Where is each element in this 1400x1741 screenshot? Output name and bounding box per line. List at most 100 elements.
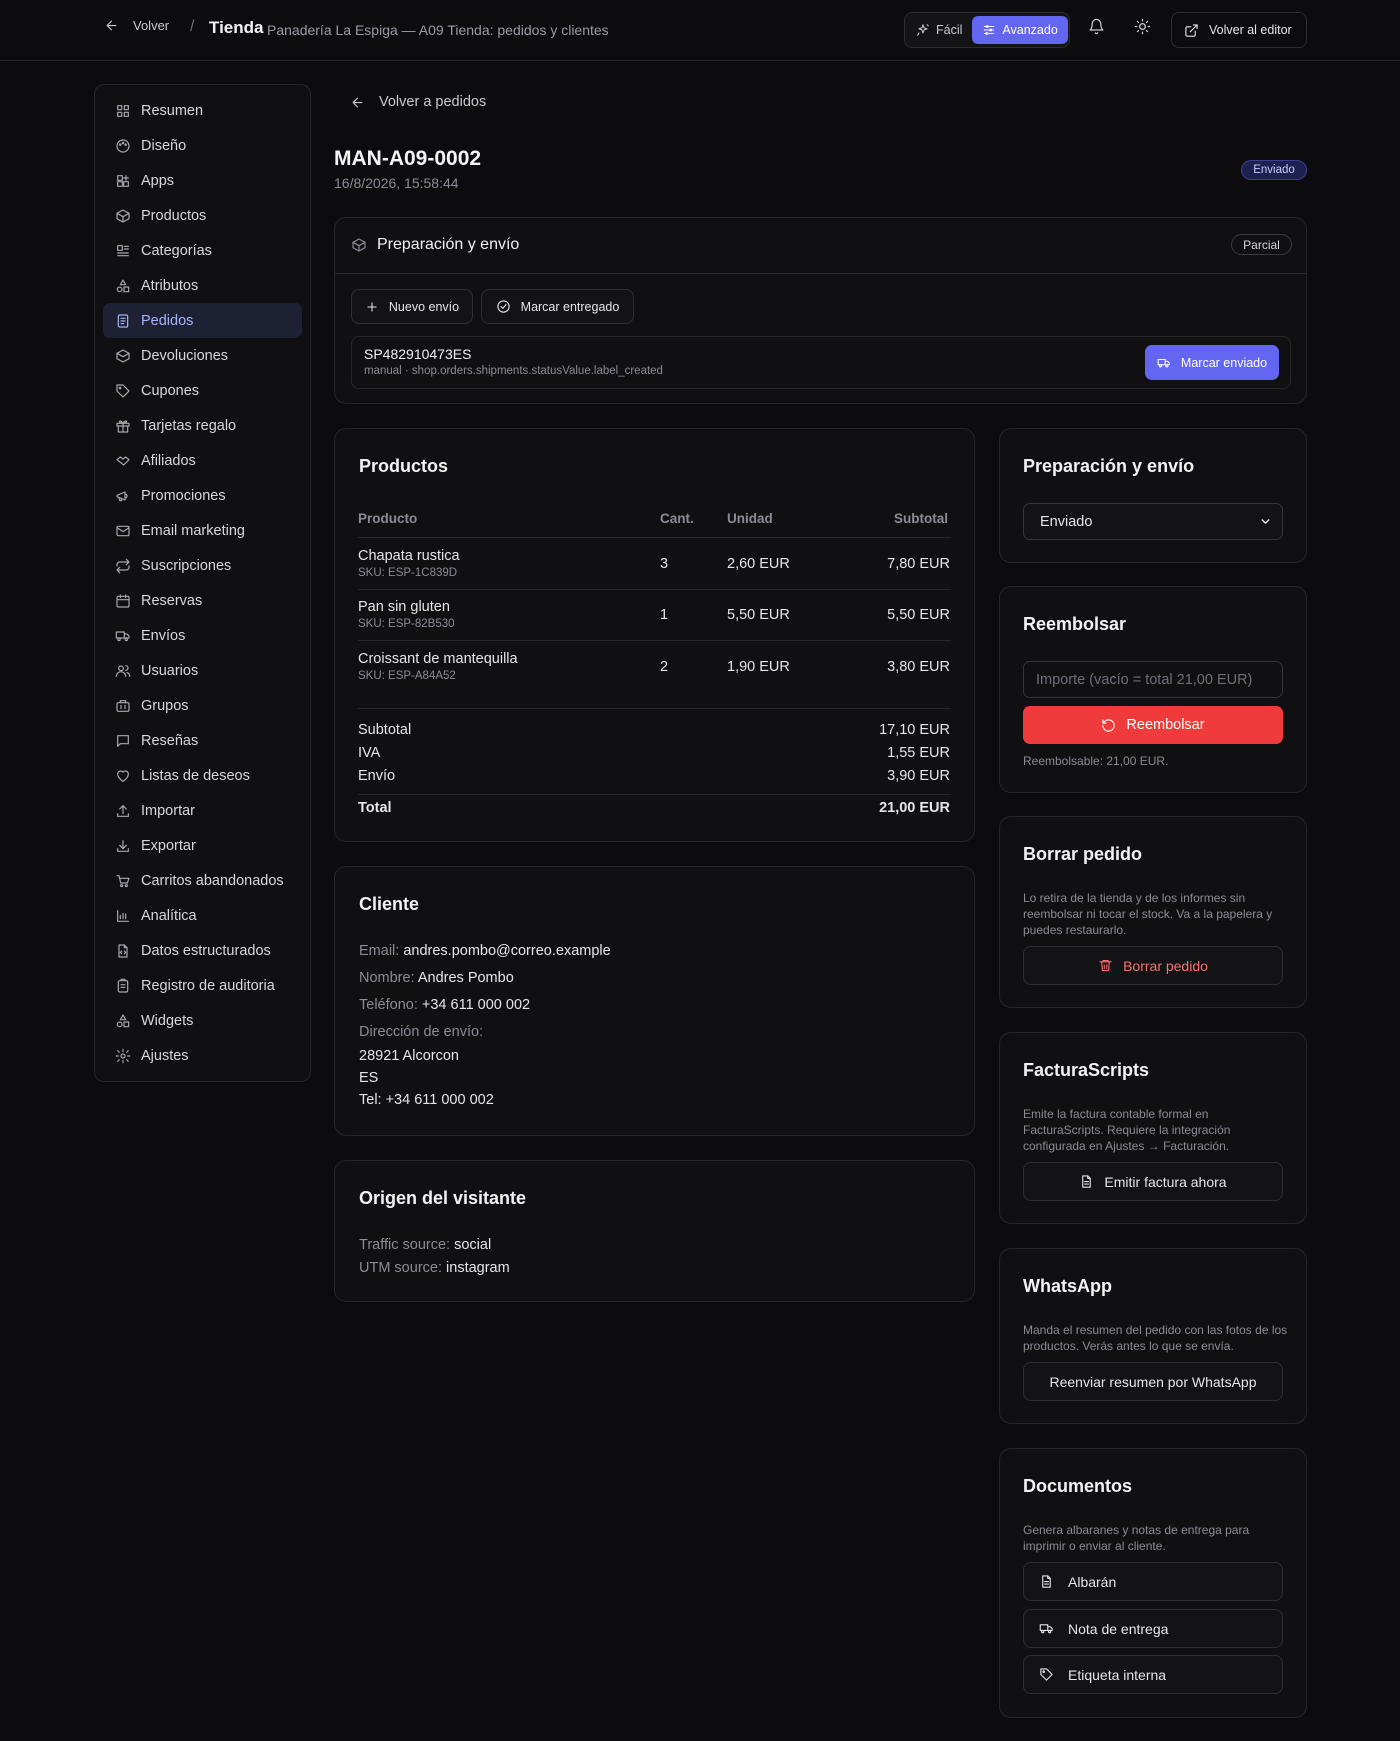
sidebar: Resumen Diseño Apps Productos Categorías Atri… [94, 84, 311, 1082]
sidebar-item[interactable]: Afiliados [103, 443, 302, 478]
sidebar-item[interactable]: Promociones [103, 478, 302, 513]
sidebar-item[interactable]: Registro de auditoria [103, 968, 302, 1003]
notifications-button[interactable] [1088, 18, 1105, 35]
breadcrumb-subtitle: Panadería La Espiga — A09 Tienda: pedido… [267, 22, 609, 38]
upload-icon [117, 804, 129, 817]
address-label: Dirección de envío: [359, 1024, 484, 1040]
sidebar-item[interactable]: Cupones [103, 373, 302, 408]
product-subtotal: 3,80 EUR [887, 659, 950, 675]
resend-whatsapp-button[interactable]: Reenviar resumen por WhatsApp [1023, 1362, 1283, 1401]
sidebar-item[interactable]: Suscripciones [103, 548, 302, 583]
address-line: 28921 Alcorcon [359, 1048, 459, 1064]
bell-icon [1089, 18, 1104, 35]
sidebar-item[interactable]: Widgets [103, 1003, 302, 1038]
back-to-editor-button[interactable]: Volver al editor [1171, 12, 1307, 48]
heart-icon [117, 769, 129, 782]
sidebar-item[interactable]: Exportar [103, 828, 302, 863]
sidebar-item[interactable]: Envíos [103, 618, 302, 653]
shapes-icon [116, 278, 130, 292]
sidebar-item[interactable]: Listas de deseos [103, 758, 302, 793]
sidebar-item[interactable]: Devoluciones [103, 338, 302, 373]
total-label: Total [358, 800, 392, 816]
sidebar-item[interactable]: Tarjetas regalo [103, 408, 302, 443]
col-unit: Unidad [727, 511, 773, 526]
divider [358, 640, 951, 641]
customer-phone: Teléfono: +34 611 000 002 [359, 997, 530, 1013]
back-button[interactable]: Volver [104, 18, 169, 33]
sidebar-item-label: Resumen [141, 102, 204, 119]
status-select[interactable]: Enviado [1023, 503, 1283, 540]
phone-value: +34 611 000 002 [421, 997, 531, 1013]
utm-source: UTM source: instagram [359, 1260, 510, 1276]
sidebar-item[interactable]: Analítica [103, 898, 302, 933]
product-unit: 1,90 EUR [727, 659, 790, 675]
sidebar-item[interactable]: Diseño [103, 128, 302, 163]
sidebar-item[interactable]: Productos [103, 198, 302, 233]
new-shipment-button[interactable]: Nuevo envío [351, 289, 473, 324]
delivery-note-button[interactable]: Nota de entrega [1023, 1609, 1283, 1648]
sidebar-item[interactable]: Carritos abandonados [103, 863, 302, 898]
sidebar-item[interactable]: Usuarios [103, 653, 302, 688]
delete-description: Lo retira de la tienda y de los informes… [1023, 891, 1273, 937]
mode-easy-button[interactable]: Fácil [908, 16, 970, 44]
email-label: Email: [359, 943, 400, 959]
clipboard-icon [117, 978, 129, 993]
mark-delivered-button[interactable]: Marcar entregado [481, 289, 634, 324]
refund-title: Reembolsar [1023, 614, 1127, 634]
product-sku: SKU: ESP-1C839D [358, 567, 458, 579]
handshake-icon [116, 455, 130, 466]
mark-sent-button[interactable]: Marcar enviado [1145, 345, 1279, 380]
sidebar-item-label: Cupones [141, 382, 200, 399]
theme-toggle-button[interactable] [1134, 18, 1151, 35]
partial-badge: Parcial [1231, 234, 1292, 255]
invoice-title: FacturaScripts [1023, 1060, 1150, 1080]
file-code-icon [118, 943, 128, 958]
traffic-source: Traffic source: social [359, 1237, 491, 1253]
issue-invoice-button[interactable]: Emitir factura ahora [1023, 1162, 1283, 1201]
top-bar: Volver / Tienda Panadería La Espiga — A0… [0, 0, 1400, 61]
name-value: Andres Pombo [417, 970, 514, 986]
back-to-orders-label: Volver a pedidos [379, 94, 487, 110]
status-card: Preparación y envío Enviado [999, 428, 1307, 563]
sidebar-item[interactable]: Atributos [103, 268, 302, 303]
delete-order-button[interactable]: Borrar pedido [1023, 946, 1283, 985]
refund-card: Reembolsar Importe (vacío = total 21,00 … [999, 586, 1307, 793]
refund-button[interactable]: Reembolsar [1023, 706, 1283, 744]
sidebar-item[interactable]: Categorías [103, 233, 302, 268]
product-unit: 5,50 EUR [727, 607, 790, 623]
internal-label-button[interactable]: Etiqueta interna [1023, 1655, 1283, 1694]
utm-label: UTM source: [359, 1260, 442, 1276]
phone-label: Teléfono: [359, 997, 418, 1013]
sidebar-item[interactable]: Pedidos [103, 303, 302, 338]
product-qty: 2 [660, 659, 669, 675]
mode-advanced-button[interactable]: Avanzado [972, 16, 1068, 44]
sidebar-item[interactable]: Grupos [103, 688, 302, 723]
internal-label-label: Etiqueta interna [1068, 1666, 1167, 1683]
tracking-number: SP482910473ES [364, 346, 472, 362]
sidebar-item[interactable]: Reservas [103, 583, 302, 618]
back-to-orders-link[interactable]: Volver a pedidos [350, 94, 486, 110]
palette-icon [116, 138, 130, 153]
refund-amount-input[interactable]: Importe (vacío = total 21,00 EUR) [1023, 661, 1283, 698]
customer-card: Cliente Email: andres.pombo@correo.examp… [334, 866, 975, 1136]
cart-icon [116, 874, 130, 887]
sidebar-item[interactable]: Datos estructurados [103, 933, 302, 968]
albaran-label: Albarán [1068, 1573, 1117, 1590]
breadcrumb-separator: / [190, 18, 195, 35]
products-card: Productos [334, 428, 975, 842]
sidebar-item[interactable]: Importar [103, 793, 302, 828]
shipment-row: SP482910473ES manual · shop.orders.shipm… [351, 336, 1291, 389]
arrow-left-icon [106, 20, 117, 31]
sidebar-item[interactable]: Resumen [103, 93, 302, 128]
sidebar-item[interactable]: Apps [103, 163, 302, 198]
editor-label: Volver al editor [1209, 23, 1292, 37]
users-icon [115, 664, 131, 677]
sidebar-item[interactable]: Reseñas [103, 723, 302, 758]
sidebar-item[interactable]: Ajustes [103, 1038, 302, 1073]
sidebar-item[interactable]: Email marketing [103, 513, 302, 548]
shipping-cost-value: 3,90 EUR [887, 768, 950, 784]
sidebar-item-label: Analítica [141, 907, 197, 924]
traffic-label: Traffic source: [359, 1237, 451, 1253]
app-title: Tienda [209, 18, 264, 37]
albaran-button[interactable]: Albarán [1023, 1562, 1283, 1601]
